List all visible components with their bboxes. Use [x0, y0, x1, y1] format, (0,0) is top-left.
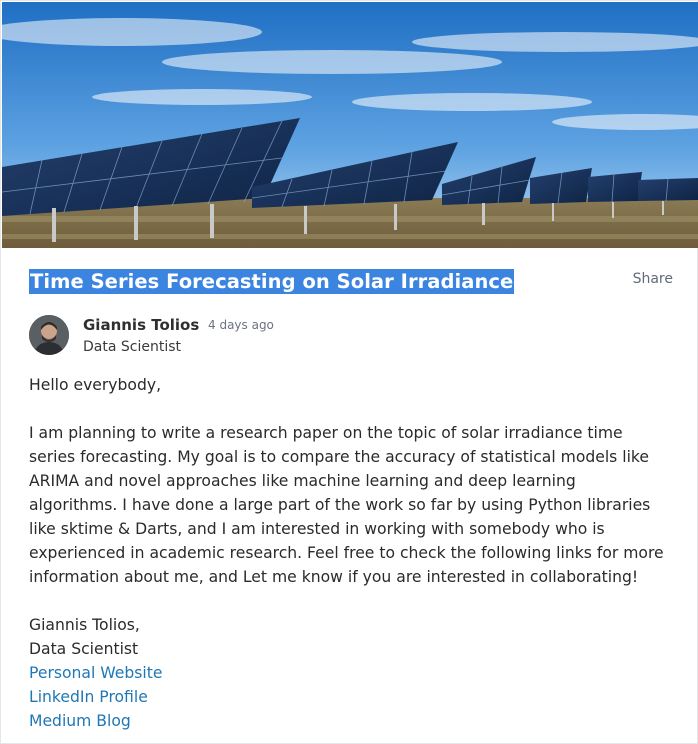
- author-block: Giannis Tolios 4 days ago Data Scientist: [29, 315, 429, 359]
- posted-time: 4 days ago: [208, 318, 274, 332]
- link-personal-website[interactable]: Personal Website: [29, 661, 669, 685]
- share-button[interactable]: Share: [633, 271, 673, 287]
- body-paragraph: I am planning to write a research paper …: [29, 424, 664, 586]
- signature-role: Data Scientist: [29, 640, 139, 658]
- greeting: Hello everybody,: [29, 376, 162, 394]
- link-linkedin-profile[interactable]: LinkedIn Profile: [29, 685, 669, 709]
- signature-name: Giannis Tolios,: [29, 616, 140, 634]
- author-name[interactable]: Giannis Tolios: [83, 316, 199, 334]
- post-body: Hello everybody, I am planning to write …: [29, 373, 669, 733]
- title-row: Time Series Forecasting on Solar Irradia…: [29, 269, 673, 297]
- link-medium-blog[interactable]: Medium Blog: [29, 709, 669, 733]
- avatar[interactable]: [29, 315, 69, 355]
- author-role: Data Scientist: [83, 339, 181, 355]
- post-card: Time Series Forecasting on Solar Irradia…: [0, 0, 698, 744]
- post-title[interactable]: Time Series Forecasting on Solar Irradia…: [29, 269, 515, 294]
- hero-image-solar-panels: [2, 2, 698, 248]
